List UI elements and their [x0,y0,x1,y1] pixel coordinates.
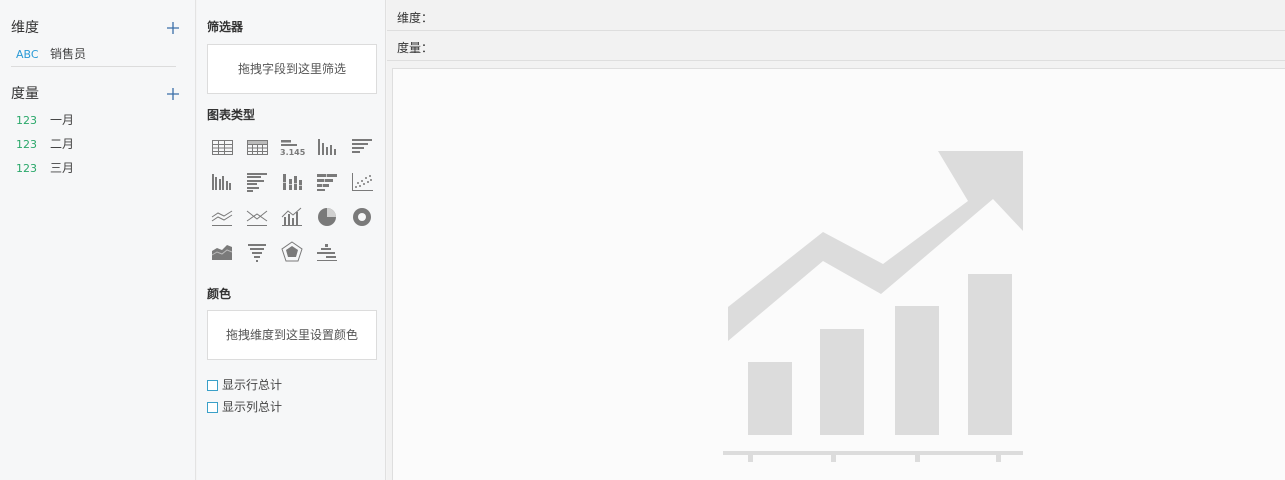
area-chart-icon[interactable] [208,238,236,266]
measure-shelf-label: 度量： [397,41,434,55]
stacked-bar-icon[interactable] [313,168,341,196]
kpi-number-icon[interactable]: 3.145 [278,133,306,161]
chart-editor: 维度 ABC 销售员 度量 123 一月 123 二月 123 三月 筛选器 拖拽字段到… [0,0,1285,480]
measure-shelf: 度量： [387,31,1285,61]
dimension-shelf-label: 维度： [397,11,434,25]
table-icon[interactable] [208,133,236,161]
config-panel: 筛选器 拖拽字段到这里筛选 图表类型 3.145 颜色 拖拽维度到这里设置颜色 … [197,0,386,480]
column-chart-icon[interactable] [313,133,341,161]
number-type-badge: 123 [16,114,37,127]
radar-chart-icon[interactable] [278,238,306,266]
filter-section-title: 筛选器 [207,20,244,34]
measure-section-header: 度量 [11,84,183,104]
section-divider [11,66,176,67]
measure-field-item[interactable]: 123 三月 [16,158,74,178]
measure-field-item[interactable]: 123 一月 [16,110,74,130]
dimension-shelf-dropzone[interactable] [437,1,1285,30]
grouped-bar-icon[interactable] [243,168,271,196]
field-panel: 维度 ABC 销售员 度量 123 一月 123 二月 123 三月 [0,0,196,480]
chart-canvas-area: 维度： 度量： [387,0,1285,480]
show-row-total-option[interactable]: 显示行总计 [207,377,282,393]
add-measure-icon[interactable] [163,84,183,104]
kpi-number-text: 3.145 [280,148,306,157]
number-type-badge: 123 [16,138,37,151]
funnel-chart-icon[interactable] [243,238,271,266]
filter-dropzone[interactable]: 拖拽字段到这里筛选 [207,44,377,94]
bar-chart-icon[interactable] [348,133,376,161]
crosstab-icon[interactable] [243,133,271,161]
field-name: 二月 [50,137,75,151]
area-line-icon[interactable] [243,203,271,231]
stacked-column-icon[interactable] [278,168,306,196]
chart-preview-area [392,68,1285,480]
show-col-total-option[interactable]: 显示列总计 [207,399,282,415]
show-row-total-label: 显示行总计 [222,378,283,392]
field-name: 销售员 [50,47,87,61]
dimension-field-item[interactable]: ABC 销售员 [16,44,86,64]
number-type-badge: 123 [16,162,37,175]
show-col-total-checkbox[interactable] [207,402,218,413]
empty-chart-placeholder-icon [723,149,1033,472]
measure-section-title: 度量 [11,86,39,102]
dimension-section-header: 维度 [11,18,183,38]
combo-chart-icon[interactable] [278,203,306,231]
show-col-total-label: 显示列总计 [222,400,283,414]
dimension-section-title: 维度 [11,20,39,36]
string-type-badge: ABC [16,48,39,61]
field-name: 一月 [50,113,75,127]
measure-field-item[interactable]: 123 二月 [16,134,74,154]
pie-chart-icon[interactable] [313,203,341,231]
color-dropzone[interactable]: 拖拽维度到这里设置颜色 [207,310,377,360]
measure-shelf-dropzone[interactable] [437,31,1285,60]
donut-chart-icon[interactable] [348,203,376,231]
gantt-chart-icon[interactable] [313,238,341,266]
add-dimension-icon[interactable] [163,18,183,38]
grouped-column-icon[interactable] [208,168,236,196]
dimension-shelf: 维度： [387,1,1285,31]
scatter-icon[interactable] [348,168,376,196]
field-name: 三月 [50,161,75,175]
show-row-total-checkbox[interactable] [207,380,218,391]
line-chart-icon[interactable] [208,203,236,231]
color-section-title: 颜色 [207,287,232,301]
chart-type-section-title: 图表类型 [207,108,256,122]
